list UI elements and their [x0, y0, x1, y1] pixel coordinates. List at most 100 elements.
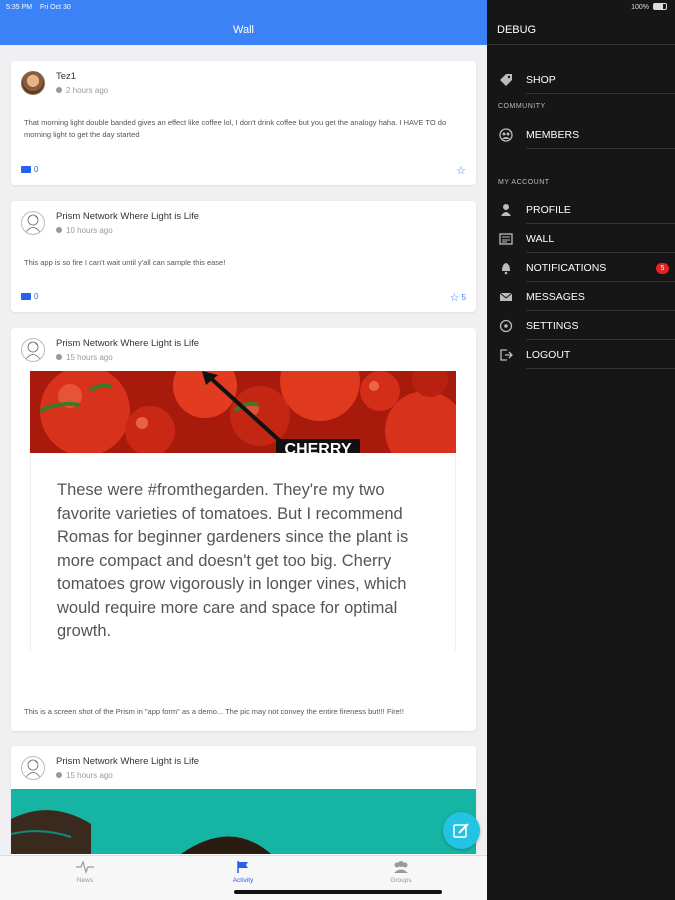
- tab-activity[interactable]: Activity: [213, 860, 273, 884]
- clock-icon: [56, 772, 62, 778]
- sketch-avatar-icon: [25, 759, 41, 778]
- notification-badge: 5: [656, 263, 669, 274]
- tag-icon: [500, 74, 512, 86]
- image-label: CHERRY: [276, 439, 360, 453]
- avatar[interactable]: [21, 338, 45, 362]
- flag-icon: [237, 861, 248, 873]
- members-icon: [499, 128, 513, 142]
- groups-icon: [394, 861, 408, 873]
- home-indicator: [234, 890, 442, 894]
- compose-icon: [453, 823, 469, 838]
- post-card[interactable]: Prism Network Where Light is Life 15 hou…: [11, 328, 476, 768]
- post-author[interactable]: Prism Network Where Light is Life: [56, 756, 199, 767]
- divider: [526, 223, 675, 224]
- page-title: Wall: [233, 24, 254, 36]
- post-image[interactable]: [11, 789, 476, 854]
- menu-item-members[interactable]: MEMBERS: [487, 121, 675, 149]
- activity-feed[interactable]: Tez1 2 hours ago That morning light doub…: [0, 45, 487, 855]
- gear-icon: [499, 319, 513, 333]
- avatar[interactable]: [21, 211, 45, 235]
- favorite-button[interactable]: ☆ 5: [449, 291, 466, 304]
- post-header: Prism Network Where Light is Life 15 hou…: [21, 754, 461, 784]
- star-icon: ☆: [456, 165, 466, 177]
- battery-icon: [653, 3, 667, 10]
- comment-icon: [21, 166, 31, 173]
- status-time: 5:35 PM: [6, 4, 33, 11]
- clock-icon: [56, 227, 62, 233]
- tab-groups[interactable]: Groups: [371, 860, 431, 884]
- post-footer: 0 ☆: [21, 165, 466, 177]
- menu-label: MEMBERS: [526, 129, 580, 141]
- compose-button[interactable]: [443, 812, 480, 849]
- status-bar: 5:35 PM Fri Oct 30: [0, 0, 487, 16]
- menu-label: MESSAGES: [526, 291, 585, 303]
- post-author[interactable]: Prism Network Where Light is Life: [56, 211, 199, 222]
- menu-item-shop[interactable]: SHOP: [487, 66, 675, 94]
- envelope-icon: [499, 292, 513, 301]
- menu-item-messages[interactable]: MESSAGES: [487, 283, 675, 311]
- newspaper-icon: [499, 233, 513, 245]
- post-header: Prism Network Where Light is Life 15 hou…: [21, 336, 461, 366]
- star-icon: ☆: [449, 292, 460, 304]
- menu-label: LOGOUT: [526, 349, 571, 361]
- logout-icon: [500, 349, 513, 361]
- post-card[interactable]: Prism Network Where Light is Life 10 hou…: [11, 201, 476, 312]
- section-community: COMMUNITY: [498, 103, 546, 110]
- comment-icon: [21, 293, 31, 300]
- menu-item-profile[interactable]: PROFILE: [487, 196, 675, 224]
- post-image[interactable]: CHERRY These were #fromthegarden. They'r…: [30, 371, 456, 650]
- divider: [526, 148, 675, 149]
- side-menu: 100% DEBUG SHOP COMMUNITY MEMBERS MY ACC…: [487, 0, 675, 900]
- post-text: This app is so fire I can't wait until y…: [24, 258, 226, 267]
- divider: [487, 44, 675, 45]
- menu-item-settings[interactable]: SETTINGS: [487, 312, 675, 340]
- tab-label: News: [76, 877, 94, 884]
- teal-photo-illustration: [11, 789, 476, 854]
- divider: [526, 339, 675, 340]
- section-my-account: MY ACCOUNT: [498, 179, 550, 186]
- image-caption: These were #fromthegarden. They're my tw…: [30, 453, 456, 650]
- post-card[interactable]: Tez1 2 hours ago That morning light doub…: [11, 61, 476, 185]
- post-header: Tez1 2 hours ago: [21, 69, 461, 99]
- status-date: Fri Oct 30: [40, 4, 71, 11]
- post-header: Prism Network Where Light is Life 10 hou…: [21, 209, 461, 239]
- menu-label: SHOP: [526, 74, 556, 86]
- clock-icon: [56, 354, 62, 360]
- clock-icon: [56, 87, 62, 93]
- main-panel: 5:35 PM Fri Oct 30 Wall Tez1 2 hours ago…: [0, 0, 487, 900]
- bell-icon: [502, 263, 510, 275]
- post-time: 2 hours ago: [56, 86, 108, 95]
- tomato-photo: CHERRY: [30, 371, 456, 453]
- nav-bar: Wall: [0, 16, 487, 45]
- post-text: That morning light double banded gives a…: [24, 118, 447, 139]
- person-icon: [501, 204, 511, 216]
- menu-label: NOTIFICATIONS: [526, 262, 607, 274]
- pulse-icon: [76, 860, 94, 874]
- divider: [526, 368, 675, 369]
- menu-item-logout[interactable]: LOGOUT: [487, 341, 675, 369]
- divider: [526, 93, 675, 94]
- menu-status: 100%: [631, 3, 667, 11]
- sketch-avatar-icon: [25, 341, 41, 360]
- comments-button[interactable]: 0: [21, 292, 38, 301]
- post-footer: 0 ☆ 5: [21, 292, 466, 304]
- menu-item-wall[interactable]: WALL: [487, 225, 675, 253]
- tab-news[interactable]: News: [55, 860, 115, 884]
- menu-item-notifications[interactable]: NOTIFICATIONS 5: [487, 254, 675, 282]
- divider: [526, 281, 675, 282]
- menu-label: PROFILE: [526, 204, 571, 216]
- post-time: 10 hours ago: [56, 226, 113, 235]
- sketch-avatar-icon: [25, 214, 41, 233]
- menu-label: WALL: [526, 233, 555, 245]
- tab-label: Groups: [390, 877, 412, 884]
- post-author[interactable]: Prism Network Where Light is Life: [56, 338, 199, 349]
- menu-label: SETTINGS: [526, 320, 579, 332]
- menu-title: DEBUG: [497, 24, 537, 36]
- post-author[interactable]: Tez1: [56, 71, 76, 82]
- favorite-button[interactable]: ☆: [456, 164, 466, 177]
- avatar[interactable]: [21, 71, 45, 95]
- comments-button[interactable]: 0: [21, 165, 38, 174]
- post-card[interactable]: Prism Network Where Light is Life 15 hou…: [11, 746, 476, 855]
- avatar[interactable]: [21, 756, 45, 780]
- divider: [526, 252, 675, 253]
